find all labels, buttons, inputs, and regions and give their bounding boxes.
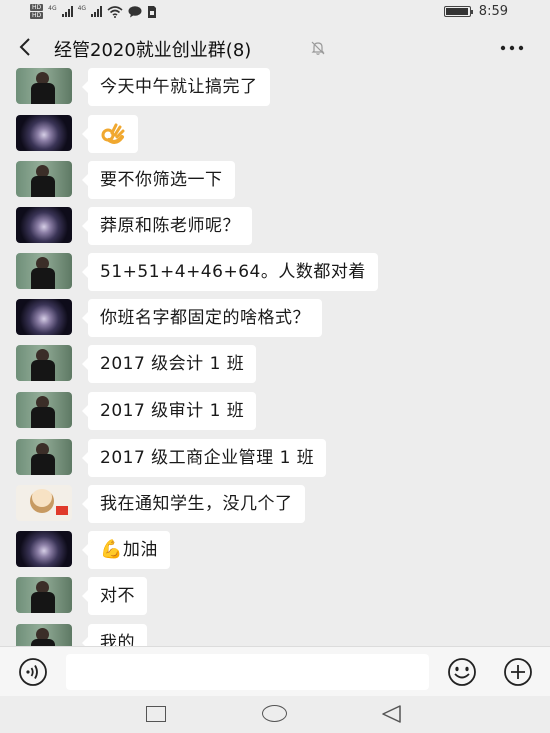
emoji-icon[interactable] — [444, 657, 480, 687]
message-list[interactable]: 今天中午就让搞完了 要不你筛选一下 莽原和陈老师呢？ 51+51+4+46+64… — [0, 68, 550, 646]
message-icon — [128, 5, 142, 17]
back-triangle-icon[interactable] — [380, 704, 404, 724]
message-bubble[interactable]: 要不你筛选一下 — [82, 161, 235, 199]
voice-icon[interactable] — [14, 657, 52, 687]
message-bubble[interactable]: 我在通知学生，没几个了 — [82, 485, 305, 523]
message-row — [16, 115, 138, 155]
avatar[interactable] — [16, 439, 72, 475]
message-bubble[interactable]: 你班名字都固定的啥格式？ — [82, 299, 322, 337]
message-row: 我的 — [16, 624, 147, 646]
recent-apps-icon[interactable] — [146, 706, 166, 722]
signal-bars-icon — [91, 6, 103, 17]
more-icon[interactable] — [498, 38, 526, 58]
battery-icon — [443, 6, 473, 17]
system-nav-bar — [0, 696, 550, 733]
avatar[interactable] — [16, 577, 72, 613]
plus-icon[interactable] — [500, 657, 536, 687]
message-row: 51+51+4+46+64。人数都对着 — [16, 253, 378, 293]
message-row: 💪加油 — [16, 531, 170, 571]
message-bubble[interactable]: 💪加油 — [82, 531, 170, 569]
message-bubble[interactable]: 2017 级会计 1 班 — [81, 345, 257, 383]
avatar[interactable] — [16, 253, 72, 289]
back-arrow-icon[interactable] — [14, 35, 38, 59]
avatar[interactable] — [16, 161, 72, 197]
message-row: 2017 级审计 1 班 — [16, 392, 257, 432]
message-bubble[interactable]: 对不 — [82, 577, 147, 615]
message-bubble[interactable]: 今天中午就让搞完了 — [82, 68, 270, 106]
message-row: 你班名字都固定的啥格式？ — [16, 299, 322, 339]
message-row: 我在通知学生，没几个了 — [16, 485, 305, 525]
message-row: 对不 — [16, 577, 147, 617]
message-bubble[interactable]: 莽原和陈老师呢？ — [82, 207, 252, 245]
message-row: 2017 级工商企业管理 1 班 — [16, 439, 327, 479]
home-icon[interactable] — [262, 705, 287, 722]
wifi-icon — [107, 5, 123, 18]
hd-icon: HD HD — [30, 4, 44, 19]
message-bubble[interactable]: 51+51+4+46+64。人数都对着 — [82, 253, 378, 291]
battery-level — [445, 8, 468, 15]
avatar[interactable] — [16, 115, 72, 151]
chat-header: 经管2020就业创业群(8) — [0, 26, 550, 68]
avatar[interactable] — [16, 207, 72, 243]
message-input[interactable] — [66, 654, 429, 690]
avatar[interactable] — [16, 485, 72, 521]
sim-icon — [148, 5, 157, 18]
avatar[interactable] — [16, 624, 72, 646]
signal-bars-icon — [61, 6, 73, 17]
message-bubble[interactable]: 2017 级工商企业管理 1 班 — [81, 439, 327, 477]
avatar[interactable] — [16, 531, 72, 567]
message-bubble[interactable] — [82, 115, 138, 153]
message-bubble[interactable]: 2017 级审计 1 班 — [81, 392, 257, 430]
status-right: 8:59 — [443, 4, 508, 19]
mute-bell-icon — [311, 41, 325, 55]
avatar[interactable] — [16, 345, 72, 381]
message-row: 莽原和陈老师呢？ — [16, 207, 252, 247]
avatar[interactable] — [16, 299, 72, 335]
ok-hand-icon — [101, 123, 125, 144]
signal-group: HD HD 4G 4G — [30, 4, 157, 19]
chat-title: 经管2020就业创业群(8) — [54, 40, 252, 61]
flexed-biceps-icon: 💪 — [100, 539, 123, 560]
message-row: 2017 级会计 1 班 — [16, 345, 257, 385]
avatar[interactable] — [16, 68, 72, 104]
clock: 8:59 — [478, 4, 508, 19]
message-bubble[interactable]: 我的 — [82, 624, 147, 646]
input-bar — [0, 646, 550, 696]
status-bar: HD HD 4G 4G 8:59 — [0, 0, 550, 26]
avatar[interactable] — [16, 392, 72, 428]
message-row: 今天中午就让搞完了 — [16, 68, 270, 108]
hd-badge-2: HD — [30, 12, 44, 19]
network-type-2: 4G — [77, 5, 87, 12]
network-type-1: 4G — [48, 5, 57, 12]
message-text: 加油 — [122, 540, 158, 560]
message-row: 要不你筛选一下 — [16, 161, 235, 201]
hd-badge-1: HD — [30, 4, 44, 11]
